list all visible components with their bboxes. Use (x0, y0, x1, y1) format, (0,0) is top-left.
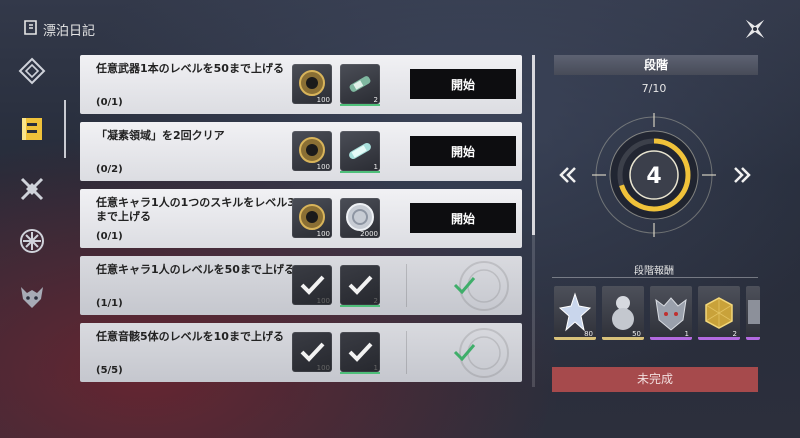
reward-slot[interactable]: 100 (292, 64, 332, 104)
active-tab-indicator (64, 100, 66, 158)
task-progress: (0/1) (96, 231, 123, 242)
scrollbar-thumb[interactable] (532, 55, 535, 235)
reward-slot[interactable]: 1 (340, 131, 380, 173)
reward-slot[interactable]: 100 (292, 198, 332, 238)
reward-slot-claimed: 100 (292, 332, 332, 372)
reward-slot[interactable]: 2 (340, 64, 380, 106)
start-button[interactable]: 開始 (410, 69, 516, 99)
reward-count: 100 (316, 96, 330, 104)
task-row: 任意キャラ1人の1つのスキルをレベル3まで上げる (0/1) 100 2000 … (80, 189, 522, 248)
next-stage-icon[interactable] (732, 166, 752, 184)
rarity-bar (340, 305, 380, 307)
reward-count: 100 (316, 163, 330, 171)
start-button[interactable]: 開始 (410, 203, 516, 233)
reward-slot-claimed: 100 (292, 265, 332, 305)
task-description: 「凝素領域」を2回クリア (96, 129, 225, 142)
reward-slot[interactable]: 2000 (340, 198, 380, 238)
task-progress: (0/2) (96, 164, 123, 175)
current-stage-number: 4 (646, 164, 661, 189)
stage-dial: 4 (592, 113, 716, 237)
rarity-bar (650, 337, 692, 340)
stage-reward-slot[interactable]: 80 (554, 286, 596, 340)
side-navigation (0, 55, 68, 385)
divider (406, 331, 407, 374)
close-icon[interactable] (740, 14, 770, 44)
completed-check-icon (453, 277, 476, 295)
stage-reward-slot[interactable]: 1 (650, 286, 692, 340)
reward-slot-claimed: 1 (340, 332, 380, 374)
task-progress: (1/1) (96, 298, 123, 309)
task-row-completed: 任意音骸5体のレベルを10まで上げる (5/5) 100 1 (80, 323, 522, 382)
rarity-bar (698, 337, 740, 340)
rarity-bar (340, 171, 380, 173)
reward-slot[interactable]: 100 (292, 131, 332, 171)
task-row: 任意武器1本のレベルを50まで上げる (0/1) 100 2 開始 (80, 55, 522, 114)
completed-check-icon (453, 344, 476, 362)
stage-status-button[interactable]: 未完成 (552, 367, 758, 392)
reward-count: 2 (373, 96, 378, 104)
previous-stage-icon[interactable] (558, 166, 578, 184)
reward-slot-claimed: 2 (340, 265, 380, 307)
task-description: 任意音骸5体のレベルを10まで上げる (96, 330, 284, 343)
demon-mask-icon[interactable] (18, 283, 46, 311)
rarity-bar (340, 104, 380, 106)
divider (406, 264, 407, 307)
task-progress: (5/5) (96, 365, 123, 376)
compass-icon[interactable] (18, 57, 46, 85)
stage-reward-slot-partial[interactable] (746, 286, 760, 340)
snowflake-icon[interactable] (18, 227, 46, 255)
reward-count: 100 (316, 230, 330, 238)
reward-count: 1 (373, 163, 378, 171)
task-row-completed: 任意キャラ1人のレベルを50まで上げる (1/1) 100 2 (80, 256, 522, 315)
stage-progress: 7/10 (641, 82, 667, 95)
rarity-bar (602, 337, 644, 340)
task-progress: (0/1) (96, 97, 123, 108)
stage-header: 段階 (554, 55, 758, 75)
task-row: 「凝素領域」を2回クリア (0/2) 100 1 開始 (80, 122, 522, 181)
stage-reward-slot[interactable]: 50 (602, 286, 644, 340)
reward-count: 2 (373, 297, 378, 305)
task-description: 任意キャラ1人の1つのスキルをレベル3まで上げる (96, 196, 295, 223)
page-title: 漂泊日記 (43, 24, 96, 39)
crossed-blades-icon[interactable] (18, 175, 46, 203)
item-icon (748, 300, 760, 324)
top-bar: 漂泊日記 (0, 0, 800, 48)
reward-count: 2000 (360, 230, 378, 238)
reward-count: 1 (373, 364, 378, 372)
start-button[interactable]: 開始 (410, 136, 516, 166)
task-list[interactable]: 任意武器1本のレベルを50まで上げる (0/1) 100 2 開始 「凝素領域」… (80, 55, 522, 387)
stage-reward-slot[interactable]: 2 (698, 286, 740, 340)
rarity-bar (340, 372, 380, 374)
task-description: 任意キャラ1人のレベルを50まで上げる (96, 263, 295, 276)
stage-rewards-title: 段階報酬 (634, 266, 674, 277)
rarity-bar (554, 337, 596, 340)
rarity-bar (746, 337, 760, 340)
task-description: 任意武器1本のレベルを50まで上げる (96, 62, 284, 75)
divider (552, 277, 758, 278)
diary-tab-icon[interactable] (18, 115, 46, 143)
reward-count: 100 (316, 364, 330, 372)
reward-count: 100 (316, 297, 330, 305)
diary-icon (24, 20, 37, 35)
